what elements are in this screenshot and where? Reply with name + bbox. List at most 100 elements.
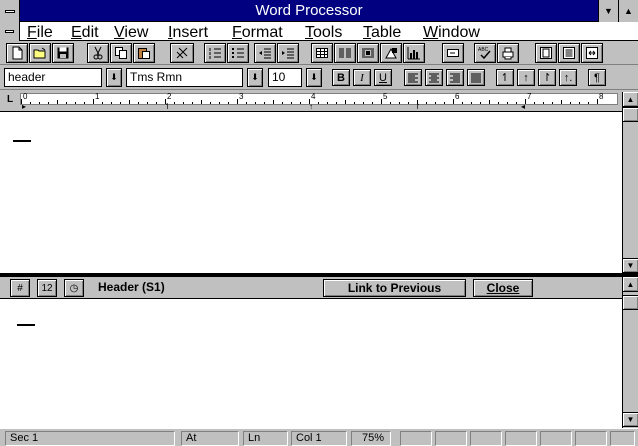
menu-insert[interactable]: Insert <box>168 22 208 41</box>
header-vertical-scrollbar[interactable]: ▲ ▼ <box>622 277 638 428</box>
ruler-tick <box>138 102 139 104</box>
align-center-button[interactable] <box>425 69 443 86</box>
paste-button[interactable] <box>133 43 155 63</box>
menu-edit[interactable]: Edit <box>71 22 99 41</box>
status-section: Sec 1 <box>5 431 175 446</box>
system-menu-icon <box>4 9 15 13</box>
document-control-menu-button[interactable] <box>0 22 20 41</box>
font-combo[interactable]: Tms Rmn <box>126 68 243 87</box>
ruler[interactable]: L 0 1 2 3 4 5 6 7 8 ▸ ↿ ↑ ↾ ◂ <box>0 90 638 112</box>
status-at: At <box>181 431 239 446</box>
status-indicator <box>400 431 432 446</box>
style-dropdown-button[interactable]: ⬇ <box>106 68 122 87</box>
show-paragraph-marks-button[interactable]: ¶ <box>588 69 606 86</box>
ruler-tick <box>84 102 85 104</box>
decimal-tab-button[interactable]: ↑. <box>559 69 577 86</box>
scroll-up-button[interactable]: ▲ <box>623 277 638 292</box>
bulleted-list-button[interactable] <box>227 43 249 63</box>
header-pane-toolbar: # 12 ◷ Header (S1) Link to Previous Clos… <box>0 277 622 299</box>
justify-button[interactable] <box>467 69 485 86</box>
font-size-dropdown-button[interactable]: ⬇ <box>306 68 322 87</box>
ruler-tick <box>489 100 490 104</box>
ruler-tick <box>354 102 355 104</box>
calendar-icon: 12 <box>41 282 53 294</box>
ruler-tick <box>39 102 40 104</box>
scroll-down-button[interactable]: ▼ <box>623 258 638 273</box>
decrease-indent-button[interactable] <box>254 43 276 63</box>
chart-button[interactable] <box>403 43 425 63</box>
font-dropdown-button[interactable]: ⬇ <box>247 68 263 87</box>
menu-format[interactable]: Format <box>232 22 283 41</box>
copy-icon <box>115 47 127 59</box>
open-button[interactable] <box>29 43 51 63</box>
document-pane[interactable] <box>0 112 622 273</box>
arrow-down-icon: ▼ <box>604 6 613 16</box>
link-to-previous-button[interactable]: Link to Previous <box>323 279 466 297</box>
scroll-down-button[interactable]: ▼ <box>623 412 638 427</box>
right-tab-button[interactable]: ↾ <box>538 69 556 86</box>
columns-button[interactable] <box>334 43 356 63</box>
first-line-indent-marker[interactable]: ▸ <box>22 103 26 111</box>
insert-table-button[interactable] <box>311 43 333 63</box>
ruler-tick <box>102 102 103 104</box>
tab-stop-marker[interactable]: ↑ <box>309 103 313 111</box>
ruler-scale[interactable]: 0 1 2 3 4 5 6 7 8 <box>20 93 618 105</box>
system-menu-button[interactable] <box>0 0 20 22</box>
new-document-button[interactable] <box>6 43 28 63</box>
scroll-thumb[interactable] <box>623 295 638 310</box>
save-button[interactable] <box>52 43 74 63</box>
drawing-button[interactable] <box>380 43 402 63</box>
spell-check-label: ABC <box>478 47 489 53</box>
copy-button[interactable] <box>110 43 132 63</box>
font-size-combo[interactable]: 10 <box>268 68 302 87</box>
format-painter-button[interactable] <box>170 43 194 63</box>
menu-file[interactable]: File <box>27 22 53 41</box>
print-icon <box>502 47 514 60</box>
ruler-tick <box>210 102 211 104</box>
down-arrow-icon: ⬇ <box>251 72 259 82</box>
align-right-button[interactable] <box>446 69 464 86</box>
zoom-whole-page-button[interactable] <box>535 43 557 63</box>
print-button[interactable] <box>497 43 519 63</box>
menu-tools[interactable]: Tools <box>305 22 342 41</box>
bold-button[interactable]: B <box>332 69 350 86</box>
italic-button[interactable]: I <box>353 69 371 86</box>
right-indent-marker[interactable]: ◂ <box>521 103 525 111</box>
cut-button[interactable] <box>87 43 109 63</box>
ruler-tick <box>426 102 427 104</box>
format-painter-icon <box>176 47 188 59</box>
menu-window[interactable]: Window <box>423 22 480 41</box>
maximize-button[interactable]: ▲ <box>618 0 638 22</box>
tab-stop-marker[interactable]: ↿ <box>164 103 171 111</box>
numbered-list-button[interactable] <box>204 43 226 63</box>
zoom-100-button[interactable] <box>558 43 580 63</box>
tab-stop-marker[interactable]: ↾ <box>414 103 421 111</box>
menu-view[interactable]: View <box>114 22 148 41</box>
header-editing-pane[interactable] <box>0 300 622 428</box>
open-folder-icon <box>33 47 46 59</box>
zoom-page-width-button[interactable] <box>581 43 603 63</box>
left-tab-button[interactable]: ↿ <box>496 69 514 86</box>
ruler-tick <box>228 102 229 104</box>
ruler-number: 1 <box>95 92 100 101</box>
ruler-tab-selector[interactable]: L <box>7 94 13 105</box>
scroll-thumb[interactable] <box>623 107 638 122</box>
increase-indent-button[interactable] <box>277 43 299 63</box>
underline-button[interactable]: U <box>374 69 392 86</box>
insert-date-button[interactable]: 12 <box>37 279 57 297</box>
envelope-button[interactable] <box>442 43 464 63</box>
document-control-icon <box>5 30 14 33</box>
document-vertical-scrollbar[interactable]: ▲ ▼ <box>622 92 638 273</box>
align-left-button[interactable] <box>404 69 422 86</box>
ruler-number: 7 <box>527 92 532 101</box>
spell-check-button[interactable]: ABC <box>474 43 496 63</box>
style-combo[interactable]: header <box>4 68 102 87</box>
close-header-button[interactable]: Close <box>473 279 533 297</box>
scroll-up-button[interactable]: ▲ <box>623 92 638 107</box>
menu-table[interactable]: Table <box>363 22 401 41</box>
insert-time-button[interactable]: ◷ <box>64 279 84 297</box>
insert-frame-button[interactable] <box>357 43 379 63</box>
insert-page-number-button[interactable]: # <box>10 279 30 297</box>
minimize-button[interactable]: ▼ <box>598 0 618 22</box>
center-tab-button[interactable]: ↑ <box>517 69 535 86</box>
